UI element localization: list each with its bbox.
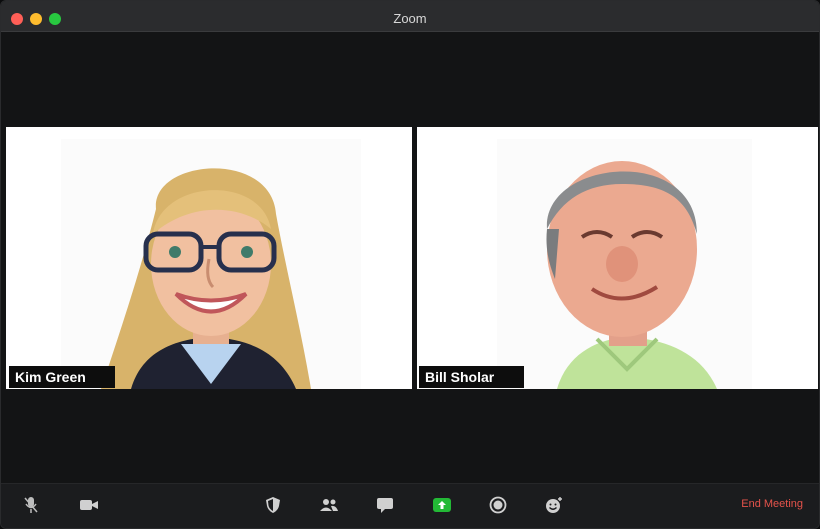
participant-video [61, 139, 361, 389]
mic-muted-icon [24, 497, 38, 513]
share-screen-button[interactable] [430, 494, 454, 516]
end-meeting-button[interactable]: End Meeting [741, 498, 803, 510]
man-portrait-icon [546, 161, 717, 389]
zoom-window: Zoom Kim Green Bill Sholar End Meeting [0, 0, 820, 529]
participants-button[interactable] [317, 494, 341, 516]
participant-name-label: Bill Sholar [419, 366, 524, 388]
reactions-button[interactable] [542, 494, 566, 516]
title-bar: Zoom [1, 1, 819, 32]
share-screen-icon [433, 498, 451, 512]
video-camera-icon [80, 500, 98, 510]
chat-button[interactable] [373, 494, 397, 516]
participant-video [497, 139, 752, 389]
meeting-toolbar: End Meeting [1, 483, 819, 528]
reactions-icon [546, 497, 562, 513]
participant-tile[interactable]: Kim Green [6, 127, 412, 389]
window-title: Zoom [393, 11, 427, 26]
woman-portrait-icon [101, 168, 311, 389]
gallery-view: Kim Green Bill Sholar [1, 32, 819, 486]
participants-icon [320, 499, 338, 511]
record-icon [489, 496, 507, 514]
security-shield-icon [266, 497, 280, 513]
participant-name-label: Kim Green [9, 366, 115, 388]
video-button[interactable] [77, 494, 101, 516]
chat-icon [377, 498, 393, 513]
security-button[interactable] [261, 494, 285, 516]
mute-button[interactable] [19, 494, 43, 516]
participant-tile[interactable]: Bill Sholar [417, 127, 818, 389]
record-button[interactable] [486, 494, 510, 516]
